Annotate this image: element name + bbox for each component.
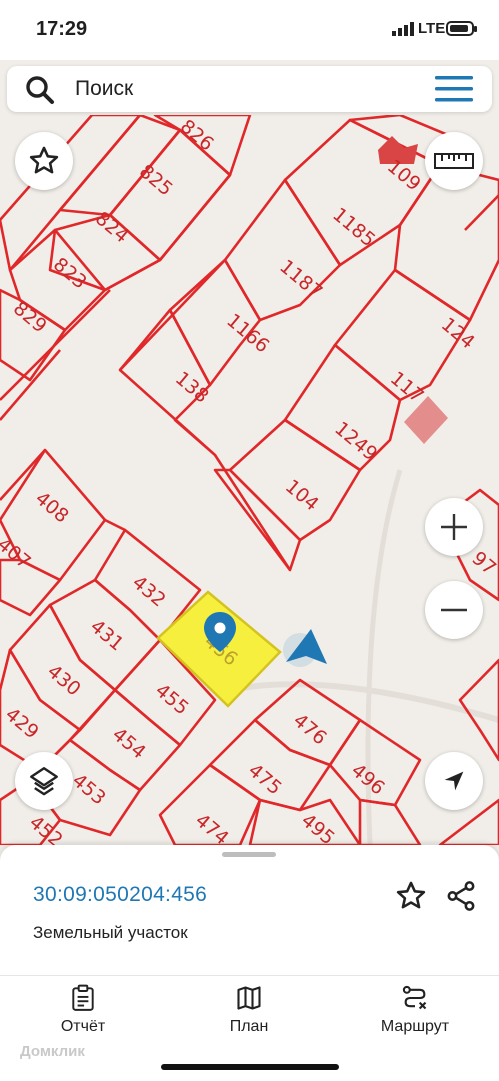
star-outline-icon: [29, 146, 59, 174]
plus-icon: [441, 514, 467, 540]
cadastral-map[interactable]: 826 825 824 823 829 109 1185 1187 1166 1…: [0, 115, 499, 845]
layers-button[interactable]: [15, 752, 73, 810]
status-bar: 17:29 LTE: [0, 0, 499, 60]
share-icon[interactable]: [444, 879, 478, 913]
map-plan-icon: [237, 986, 261, 1010]
home-indicator[interactable]: [161, 1064, 339, 1070]
minus-icon: [441, 608, 467, 612]
navigation-arrow-icon: [444, 771, 464, 791]
network-type: LTE: [418, 20, 446, 37]
search-input[interactable]: Поиск: [75, 77, 133, 101]
zoom-in-button[interactable]: [425, 498, 483, 556]
property-type: Земельный участок: [33, 923, 188, 942]
tab-report[interactable]: Отчёт: [23, 984, 143, 1036]
parcel-info-sheet[interactable]: 30:09:050204:456 Земельный участок: [0, 845, 499, 975]
watermark: Домклик: [20, 1043, 85, 1060]
tab-route[interactable]: Маршрут: [355, 984, 475, 1036]
tab-label: Отчёт: [60, 1018, 106, 1035]
sheet-drag-handle[interactable]: [222, 852, 276, 857]
layers-icon: [30, 767, 58, 796]
menu-icon[interactable]: [435, 75, 473, 103]
search-bar[interactable]: Поиск: [7, 66, 492, 112]
report-icon: [72, 984, 94, 1011]
route-icon: [402, 985, 427, 1010]
map-view[interactable]: 826 825 824 823 829 109 1185 1187 1166 1…: [0, 115, 499, 845]
star-icon[interactable]: [394, 879, 428, 913]
my-location-button[interactable]: [425, 752, 483, 810]
battery-icon: [446, 21, 477, 36]
tab-label: Маршрут: [380, 1018, 450, 1035]
ruler-icon: [434, 153, 474, 169]
signal-icon: [392, 22, 414, 36]
search-icon: [26, 76, 54, 104]
favorites-button[interactable]: [15, 132, 73, 190]
status-time: 17:29: [36, 18, 88, 40]
tab-label: План: [229, 1018, 269, 1035]
tab-plan[interactable]: План: [189, 984, 309, 1036]
bottom-tab-bar: Отчёт План Маршрут Домклик: [0, 975, 499, 1081]
zoom-out-button[interactable]: [425, 581, 483, 639]
cadastral-number: 30:09:050204:456: [33, 883, 208, 906]
ruler-button[interactable]: [425, 132, 483, 190]
